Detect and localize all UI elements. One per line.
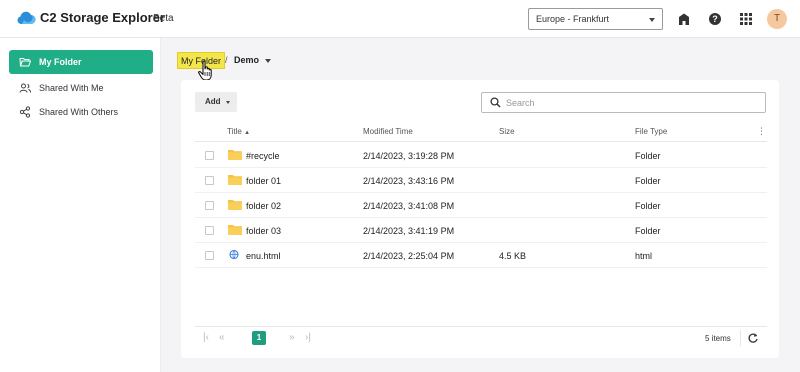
file-name[interactable]: #recycle [246,151,280,161]
column-header-title[interactable]: Title ▲ [227,127,250,136]
row-checkbox[interactable] [205,251,214,260]
chevron-down-icon [649,18,655,22]
previous-page-icon[interactable]: « [219,333,225,343]
pagination-bar: |‹ « 1 » ›| 5 items [195,326,767,348]
file-size: 4.5 KB [499,251,527,261]
file-modified: 2/14/2023, 3:41:08 PM [363,201,455,211]
item-count: 5 items [705,334,731,343]
row-checkbox[interactable] [205,201,214,210]
html-file-icon [229,249,239,260]
search-icon [490,97,501,108]
current-page-button[interactable]: 1 [252,331,266,345]
file-name[interactable]: enu.html [246,251,281,261]
sidebar-item-label: Shared With Others [39,107,119,117]
file-type: html [635,251,653,261]
sort-asc-icon: ▲ [244,130,251,136]
cloud-logo-icon [17,11,36,24]
sidebar-item-shared-with-others[interactable]: Shared With Others [9,100,153,124]
folder-icon [228,175,242,185]
row-checkbox[interactable] [205,176,214,185]
file-list-panel: Add Title ▲ Modified Time Size File Type… [181,80,779,358]
region-select[interactable]: Europe - Frankfurt [528,8,663,30]
add-button[interactable]: Add [195,92,237,112]
sidebar: My Folder Shared With Me Shared With Oth… [0,38,161,372]
divider [740,330,741,346]
folder-icon [228,150,242,160]
apps-grid-icon[interactable] [739,12,753,26]
sidebar-item-label: My Folder [39,57,82,67]
beta-badge: Beta [153,13,174,24]
svg-text:?: ? [712,14,718,24]
folder-open-icon [19,58,31,67]
file-name[interactable]: folder 03 [246,226,281,236]
last-page-icon[interactable]: ›| [305,333,311,343]
row-checkbox[interactable] [205,226,214,235]
sidebar-item-shared-with-me[interactable]: Shared With Me [9,76,153,100]
first-page-icon[interactable]: |‹ [203,333,209,343]
column-header-size[interactable]: Size [499,127,515,136]
file-name[interactable]: folder 02 [246,201,281,211]
table-header: Title ▲ Modified Time Size File Type ⋮ [195,122,767,142]
add-button-label: Add [205,97,221,106]
region-select-value: Europe - Frankfurt [536,14,610,24]
column-header-modified[interactable]: Modified Time [363,127,413,136]
chevron-down-icon [226,101,230,104]
file-type: Folder [635,201,661,211]
folder-icon [228,200,242,210]
column-header-type[interactable]: File Type [635,127,667,136]
table-row[interactable]: folder 03 2/14/2023, 3:41:19 PM Folder [195,218,767,243]
table-row[interactable]: enu.html 2/14/2023, 2:25:04 PM 4.5 KB ht… [195,243,767,268]
file-modified: 2/14/2023, 2:25:04 PM [363,251,455,261]
row-checkbox[interactable] [205,151,214,160]
hand-pointer-cursor-icon [198,60,212,81]
user-avatar[interactable]: T [767,9,787,29]
table-row[interactable]: #recycle 2/14/2023, 3:19:28 PM Folder [195,143,767,168]
table-row[interactable]: folder 01 2/14/2023, 3:43:16 PM Folder [195,168,767,193]
top-header: C2 Storage Explorer Beta Europe - Frankf… [0,0,800,38]
column-options-icon[interactable]: ⋮ [757,126,766,137]
file-modified: 2/14/2023, 3:43:16 PM [363,176,455,186]
search-input[interactable] [506,96,756,110]
file-type: Folder [635,151,661,161]
file-type: Folder [635,226,661,236]
share-icon [19,106,31,118]
refresh-icon[interactable] [747,332,759,344]
home-icon[interactable] [677,12,691,26]
sidebar-item-my-folder[interactable]: My Folder [9,50,153,74]
file-modified: 2/14/2023, 3:19:28 PM [363,151,455,161]
folder-icon [228,225,242,235]
chevron-down-icon[interactable] [265,59,271,63]
breadcrumb-current-folder[interactable]: Demo [234,55,259,65]
help-icon[interactable]: ? [708,12,722,26]
next-page-icon[interactable]: » [289,333,295,343]
table-row[interactable]: folder 02 2/14/2023, 3:41:08 PM Folder [195,193,767,218]
file-modified: 2/14/2023, 3:41:19 PM [363,226,455,236]
sidebar-item-label: Shared With Me [39,83,104,93]
search-box[interactable] [481,92,766,113]
users-icon [19,83,31,93]
file-type: Folder [635,176,661,186]
breadcrumb-separator: / [225,55,228,65]
app-title: C2 Storage Explorer [40,10,165,25]
file-name[interactable]: folder 01 [246,176,281,186]
